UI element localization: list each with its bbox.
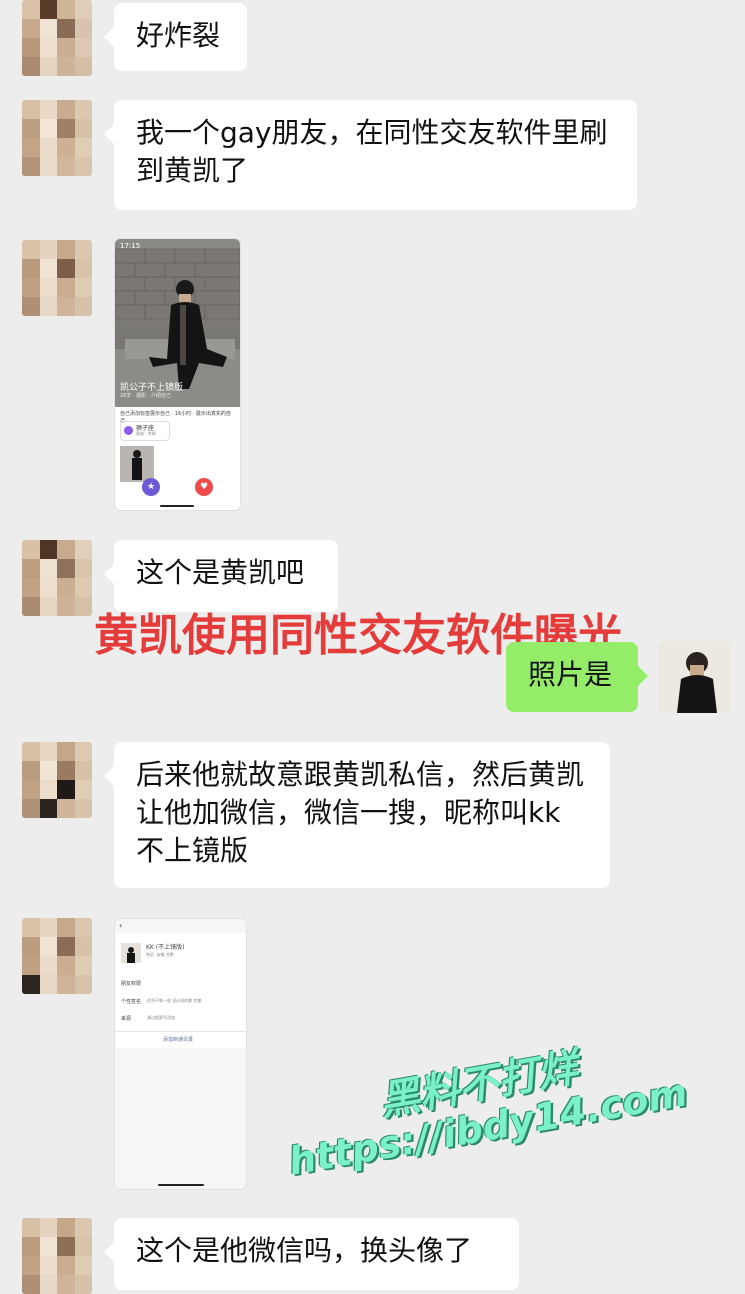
message-text: 后来他就故意跟黄凯私信，然后黄凯让他加微信，微信一搜，昵称叫kk 不上镜版 [136,758,585,867]
message-bubble[interactable]: 我一个gay朋友，在同性交友软件里刷到黄凯了 [104,100,637,210]
profile-avatar [121,943,141,963]
message-bubble[interactable]: 后来他就故意跟黄凯私信，然后黄凯让他加微信，微信一搜，昵称叫kk 不上镜版 [104,742,610,888]
super-like-button[interactable]: ★ [142,478,160,496]
avatar[interactable] [22,918,92,994]
reply-text: 照片是 [528,658,613,691]
avatar[interactable] [22,742,92,818]
back-icon: ‹ [119,921,123,930]
avatar[interactable] [22,100,92,176]
avatar[interactable] [22,240,92,316]
source-value: 通过搜索号添加 [147,1015,175,1020]
message-text: 好炸裂 [136,19,221,52]
message-text: 我一个gay朋友，在同性交友软件里刷到黄凯了 [136,116,608,187]
add-contact-button[interactable]: 添加到通讯录 [115,1031,246,1048]
message-bubble[interactable]: 这个是黄凯吧 [104,540,338,612]
image-message-wechat-profile[interactable]: ‹ KK (不上镜版) 地区: 安徽 合肥 朋友权限 个性签名 优秀不够一般 但… [114,918,247,1190]
signature-value: 优秀不够一般 但必须的都 完美 [147,998,202,1003]
tag-sub: 星座 · 性格 [136,431,156,436]
signature-label: 个性签名 [121,999,142,1005]
source-label: 来源 [121,1016,132,1022]
profile-region: 地区: 安徽 合肥 [146,952,174,957]
home-indicator [160,505,194,507]
reply-bubble[interactable]: 照片是 [506,642,648,712]
home-indicator [158,1184,204,1186]
profile-photo: 17:15 凯公子不上镜版 28岁 · 摄影 · 介绍自己 [115,239,240,407]
profile-name: KK (不上镜版) [146,944,185,951]
avatar[interactable] [22,540,92,616]
add-contact-label: 添加到通讯录 [163,1037,194,1043]
message-text: 这个是黄凯吧 [136,556,305,589]
like-button[interactable]: ♥ [195,478,213,496]
tag-card: 狮子座 星座 · 性格 [120,421,170,441]
message-text: 这个是他微信吗，换头像了 [136,1234,473,1267]
image-message-profile[interactable]: 17:15 凯公子不上镜版 28岁 · 摄影 · 介绍自己 自己添加标签展示自己… [114,238,241,511]
tag-icon [124,426,133,435]
message-bubble[interactable]: 这个是他微信吗，换头像了 [104,1218,519,1290]
status-time: 17:15 [120,242,141,250]
profile-caption-sub: 28岁 · 摄影 · 介绍自己 [120,393,171,399]
avatar[interactable] [22,1218,92,1294]
self-avatar[interactable] [659,641,731,713]
avatar[interactable] [22,0,92,76]
settings-row: 朋友权限 [121,981,142,987]
thumbnail [120,446,154,482]
message-bubble[interactable]: 好炸裂 [104,3,247,71]
